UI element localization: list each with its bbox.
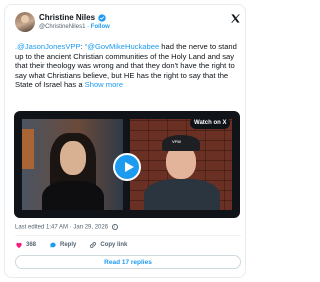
reply-label: Reply [60,241,77,248]
author-name-row[interactable]: Christine Niles [39,13,106,22]
read-replies-button[interactable]: Read 17 replies [15,255,241,269]
copy-link-label: Copy link [100,241,128,248]
mention-link[interactable]: .@JasonJonesVPP [15,42,81,51]
play-button-icon[interactable] [113,153,141,181]
action-bar: 368 Reply Copy link [15,235,241,249]
info-icon[interactable]: i [111,224,118,230]
mention-link[interactable]: “@GovMikeHuckabee [85,42,159,51]
x-logo-icon[interactable] [230,13,241,24]
reply-icon [50,242,56,248]
like-action[interactable]: 368 [15,241,36,249]
timestamp-text[interactable]: Last edited 1:47 AM · Jan 29, 2026 [15,225,108,231]
cap-text: VFW [172,139,181,144]
post-header: Christine Niles @ChristineNiles1 · Follo… [15,11,241,37]
video-right-panel: VFW [130,119,232,210]
post-timestamp[interactable]: Last edited 1:47 AM · Jan 29, 2026 i [15,224,118,231]
post-text: .@JasonJonesVPP: “@GovMikeHuckabee had t… [15,42,241,90]
reply-action[interactable]: Reply [49,241,76,249]
verified-badge-icon [98,13,106,22]
heart-icon [16,242,22,248]
avatar[interactable] [15,12,35,32]
author-handle-row: @ChristineNiles1 · Follow [39,24,110,30]
embedded-post-card: Christine Niles @ChristineNiles1 · Follo… [4,4,246,278]
author-name[interactable]: Christine Niles [39,13,95,22]
video-left-panel [22,119,123,210]
author-handle[interactable]: @ChristineNiles1 [39,24,85,30]
separator-dot: · [87,24,90,30]
follow-button[interactable]: Follow [91,24,110,30]
video-player[interactable]: VFW Watch on X [14,111,240,218]
show-more-link[interactable]: Show more [85,80,123,89]
like-count: 368 [26,241,37,248]
watch-on-x-badge[interactable]: Watch on X [190,117,231,129]
copy-link-action[interactable]: Copy link [89,241,127,249]
link-icon [90,241,97,248]
